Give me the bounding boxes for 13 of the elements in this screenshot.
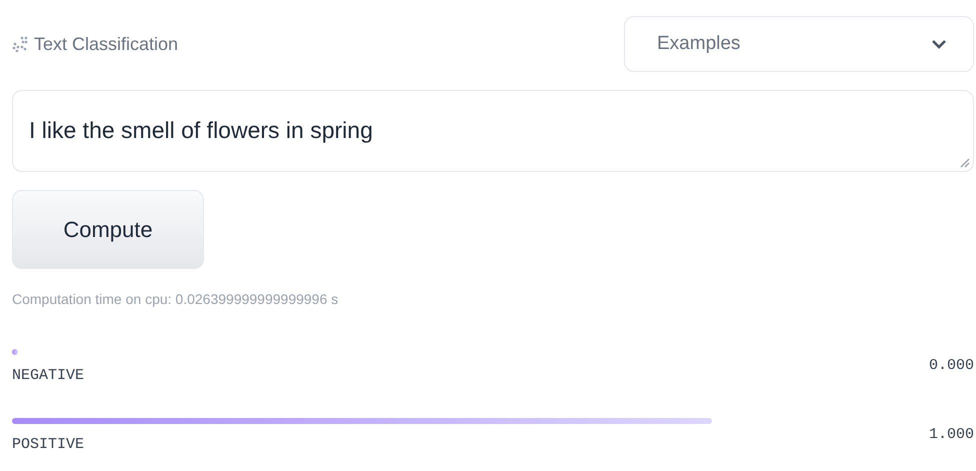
resize-handle-icon[interactable] (958, 156, 970, 168)
class-label: NEGATIVE (12, 367, 84, 384)
examples-dropdown[interactable]: Examples (624, 16, 974, 72)
score-value: 1.000 (928, 426, 974, 443)
chevron-down-icon (931, 39, 947, 49)
score-value: 0.000 (928, 357, 974, 374)
compute-button[interactable]: Compute (12, 190, 204, 269)
score-bar (12, 349, 18, 355)
dots-icon (12, 36, 28, 52)
text-input[interactable]: I like the smell of flowers in spring (12, 90, 974, 172)
computation-time: Computation time on cpu: 0.026399999999999996 s (12, 291, 340, 307)
class-label: POSITIVE (12, 436, 84, 453)
widget-title: Text Classification (34, 34, 178, 54)
